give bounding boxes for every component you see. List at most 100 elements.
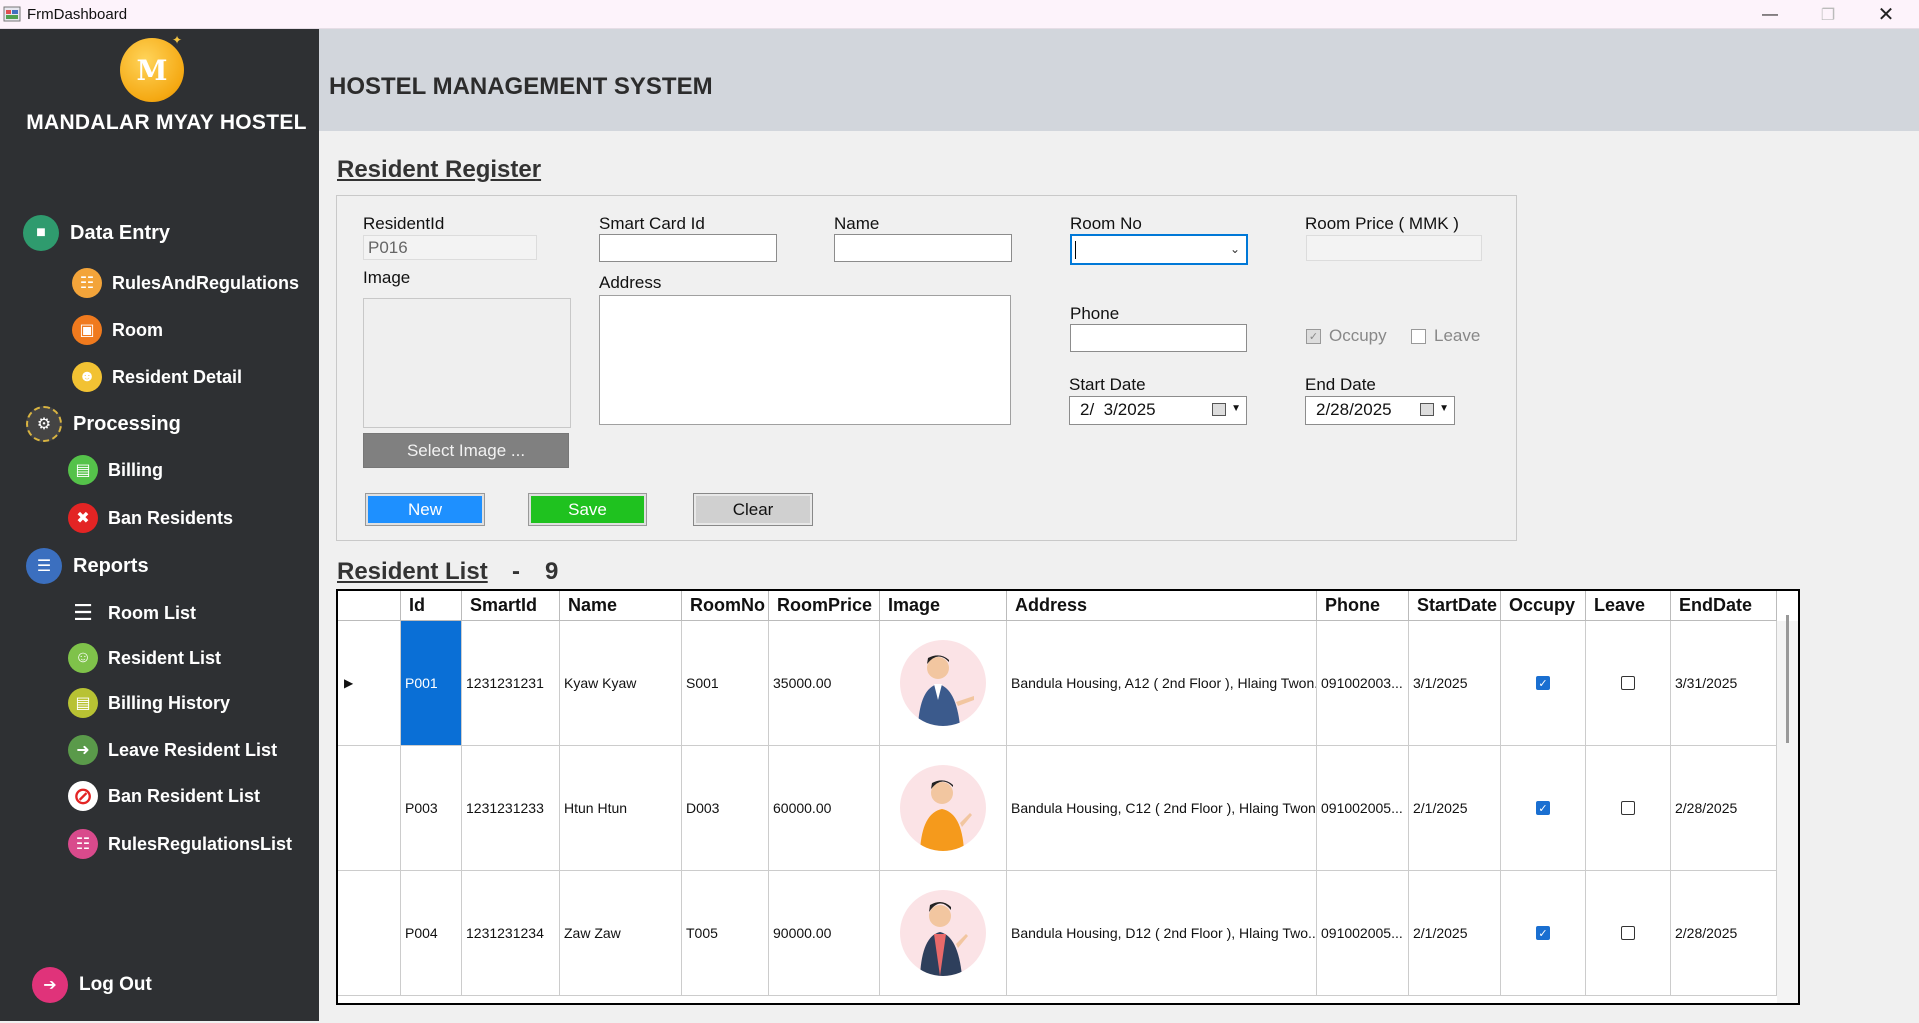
column-header-image[interactable]: Image	[880, 591, 1007, 621]
address-field[interactable]	[599, 295, 1011, 425]
grid-cell-occupy[interactable]: ✓	[1501, 871, 1586, 996]
nav-section-data-entry[interactable]: ■ Data Entry	[23, 215, 170, 251]
grid-cell-roomno[interactable]: T005	[682, 871, 769, 996]
nav-item-resident-detail[interactable]: ☻ Resident Detail	[72, 362, 242, 392]
grid-cell-roomno[interactable]: S001	[682, 621, 769, 746]
unchecked-checkbox-icon	[1621, 676, 1635, 690]
minimize-button[interactable]: —	[1741, 0, 1799, 29]
grid-cell-id[interactable]: P003	[401, 746, 462, 871]
column-header-startdate[interactable]: StartDate	[1409, 591, 1501, 621]
grid-cell-id[interactable]: P001	[401, 621, 462, 746]
grid-cell-address[interactable]: Bandula Housing, D12 ( 2nd Floor ), Hlai…	[1007, 871, 1317, 996]
logout-button[interactable]: ➔ Log Out	[32, 967, 152, 1003]
grid-cell-smartid[interactable]: 1231231233	[462, 746, 560, 871]
nav-item-room-list[interactable]: ☰ Room List	[68, 598, 196, 628]
nav-section-processing[interactable]: ⚙ Processing	[26, 406, 181, 442]
grid-cell-occupy[interactable]: ✓	[1501, 621, 1586, 746]
sparkle-icon: ✦	[172, 33, 183, 47]
nav-item-ban-resident-list[interactable]: ⊘ Ban Resident List	[68, 781, 260, 811]
phone-label: Phone	[1070, 304, 1120, 323]
grid-cell-leave[interactable]	[1586, 746, 1671, 871]
grid-cell-id[interactable]: P004	[401, 871, 462, 996]
column-header-address[interactable]: Address	[1007, 591, 1317, 621]
nav-item-rules-regulations-list[interactable]: ☷ RulesRegulationsList	[68, 829, 292, 859]
grid-cell-roomprice[interactable]: 90000.00	[769, 871, 880, 996]
column-header-occupy[interactable]: Occupy	[1501, 591, 1586, 621]
nav-item-rules-and-regulations[interactable]: ☷ RulesAndRegulations	[72, 268, 299, 298]
leave-checkbox[interactable]: Leave	[1411, 326, 1480, 346]
column-header-id[interactable]: Id	[401, 591, 462, 621]
grid-cell-roomno[interactable]: D003	[682, 746, 769, 871]
restore-icon: ❐	[1820, 6, 1836, 24]
column-header-enddate[interactable]: EndDate	[1671, 591, 1777, 621]
grid-cell-phone[interactable]: 091002005...	[1317, 746, 1409, 871]
column-header-name[interactable]: Name	[560, 591, 682, 621]
grid-cell-roomprice[interactable]: 60000.00	[769, 746, 880, 871]
column-header-smartid[interactable]: SmartId	[462, 591, 560, 621]
grid-cell-startdate[interactable]: 3/1/2025	[1409, 621, 1501, 746]
new-button[interactable]: New	[365, 493, 485, 526]
grid-cell-startdate[interactable]: 2/1/2025	[1409, 746, 1501, 871]
grid-cell-enddate[interactable]: 2/28/2025	[1671, 871, 1777, 996]
select-image-button[interactable]: Select Image ...	[363, 433, 569, 468]
row-header[interactable]: ▶	[338, 621, 401, 746]
phone-field[interactable]	[1070, 324, 1247, 352]
resident-list-icon: ☺	[68, 643, 98, 673]
grid-cell-address[interactable]: Bandula Housing, A12 ( 2nd Floor ), Hlai…	[1007, 621, 1317, 746]
nav-item-room[interactable]: ▣ Room	[72, 315, 163, 345]
clear-button[interactable]: Clear	[693, 493, 813, 526]
maximize-button[interactable]: ❐	[1799, 0, 1857, 29]
grid-cell-smartid[interactable]: 1231231231	[462, 621, 560, 746]
grid-cell-phone[interactable]: 091002003...	[1317, 621, 1409, 746]
column-header-leave[interactable]: Leave	[1586, 591, 1671, 621]
smart-card-field[interactable]	[599, 234, 777, 262]
window-titlebar: FrmDashboard — ❐ ✕	[0, 0, 1919, 29]
grid-cell-image[interactable]	[880, 621, 1007, 746]
nav-item-label: Ban Resident List	[108, 785, 261, 806]
room-no-select[interactable]: ⌄	[1070, 234, 1248, 265]
grid-scrollbar-thumb[interactable]	[1786, 615, 1789, 743]
grid-cell-name[interactable]: Htun Htun	[560, 746, 682, 871]
resident-avatar	[900, 890, 986, 976]
nav-item-leave-resident-list[interactable]: ➜ Leave Resident List	[68, 735, 277, 765]
grid-cell-name[interactable]: Zaw Zaw	[560, 871, 682, 996]
nav-item-ban-residents[interactable]: ✖ Ban Residents	[68, 503, 233, 533]
row-header[interactable]	[338, 746, 401, 871]
resident-id-label: ResidentId	[363, 214, 445, 233]
nav-section-reports[interactable]: ☰ Reports	[26, 548, 149, 584]
column-header-roomno[interactable]: RoomNo	[682, 591, 769, 621]
grid-cell-phone[interactable]: 091002005...	[1317, 871, 1409, 996]
occupy-checkbox[interactable]: ✓ Occupy	[1306, 326, 1387, 346]
nav-item-resident-list[interactable]: ☺ Resident List	[68, 643, 221, 673]
grid-cell-image[interactable]	[880, 871, 1007, 996]
grid-cell-address[interactable]: Bandula Housing, C12 ( 2nd Floor ), Hlai…	[1007, 746, 1317, 871]
close-button[interactable]: ✕	[1857, 0, 1915, 29]
grid-cell-enddate[interactable]: 2/28/2025	[1671, 746, 1777, 871]
grid-cell-leave[interactable]	[1586, 621, 1671, 746]
end-date-picker[interactable]: 2/28/2025 ▼	[1305, 396, 1455, 425]
grid-cell-roomprice[interactable]: 35000.00	[769, 621, 880, 746]
save-button[interactable]: Save	[528, 493, 647, 526]
start-date-picker[interactable]: 2/ 3/2025 ▼	[1069, 396, 1247, 425]
grid-cell-enddate[interactable]: 3/31/2025	[1671, 621, 1777, 746]
grid-cell-smartid[interactable]: 1231231234	[462, 871, 560, 996]
row-header[interactable]	[338, 871, 401, 996]
nav-item-label: Leave Resident List	[108, 739, 278, 760]
leave-icon: ➜	[68, 735, 98, 765]
grid-cell-occupy[interactable]: ✓	[1501, 746, 1586, 871]
grid-cell-name[interactable]: Kyaw Kyaw	[560, 621, 682, 746]
chevron-down-icon: ⌄	[1229, 242, 1240, 256]
nav-item-billing[interactable]: ▤ Billing	[68, 455, 163, 485]
nav-item-label: RulesRegulationsList	[108, 833, 293, 854]
resident-grid[interactable]: Id SmartId Name RoomNo RoomPrice Image A…	[336, 589, 1800, 1005]
nav-item-billing-history[interactable]: ▤ Billing History	[68, 688, 230, 718]
nav-section-label: Data Entry	[70, 221, 171, 244]
name-field[interactable]	[834, 234, 1012, 262]
grid-cell-startdate[interactable]: 2/1/2025	[1409, 871, 1501, 996]
dropdown-arrow-icon: ▼	[1439, 403, 1449, 414]
grid-cell-leave[interactable]	[1586, 871, 1671, 996]
resident-id-field: P016	[363, 235, 537, 260]
column-header-phone[interactable]: Phone	[1317, 591, 1409, 621]
grid-cell-image[interactable]	[880, 746, 1007, 871]
column-header-roomprice[interactable]: RoomPrice	[769, 591, 880, 621]
